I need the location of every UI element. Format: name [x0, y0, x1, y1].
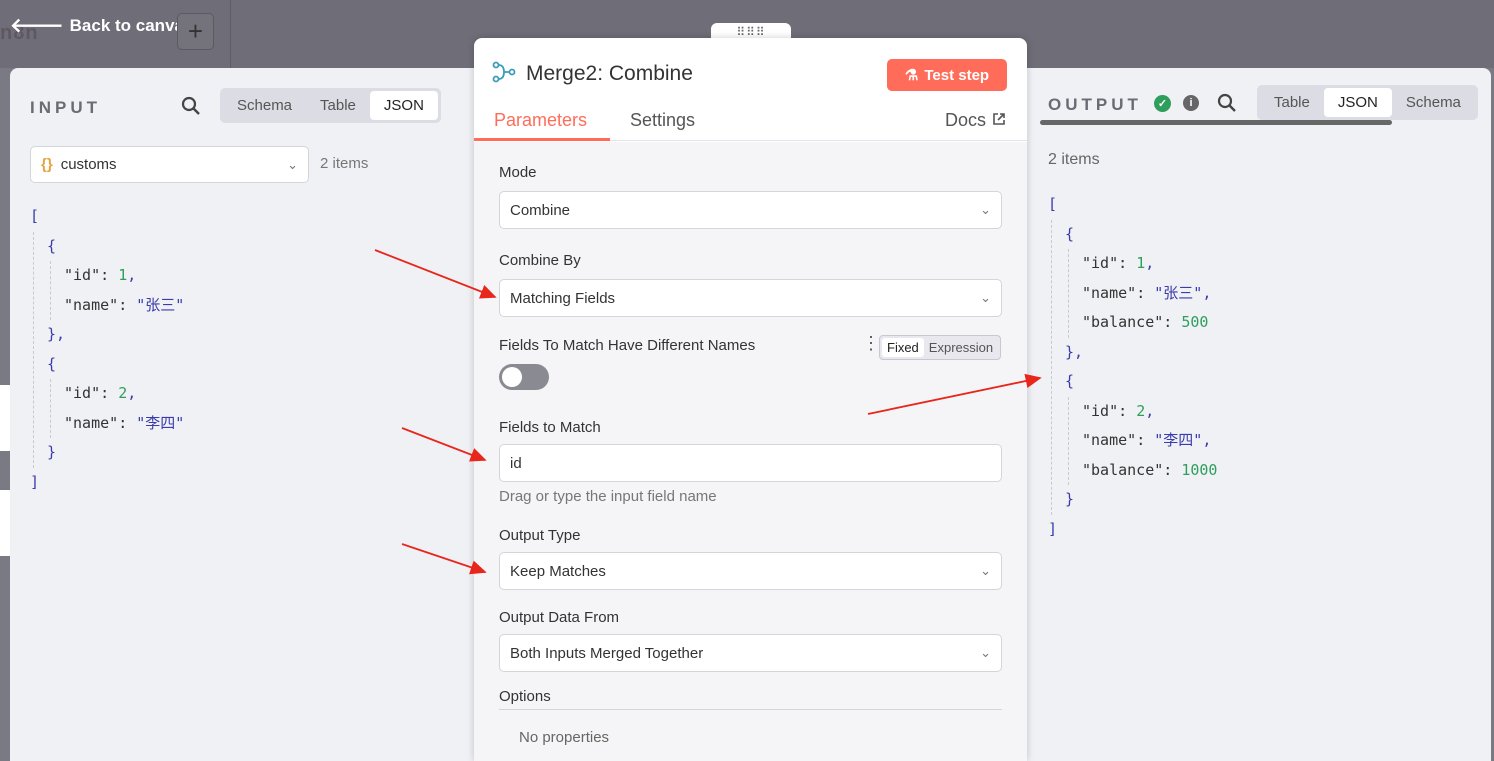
- tab-schema[interactable]: Schema: [223, 91, 306, 120]
- docs-link[interactable]: Docs: [945, 110, 1006, 131]
- fields-to-match-label: Fields to Match: [499, 419, 601, 436]
- active-tab-indicator: [474, 138, 610, 141]
- tab-table[interactable]: Table: [306, 91, 370, 120]
- search-icon[interactable]: [181, 96, 201, 121]
- fixed-expression-toggle: Fixed Expression: [879, 335, 1002, 360]
- json-bracket: [: [30, 207, 40, 225]
- output-data-from-value: Both Inputs Merged Together: [510, 644, 704, 662]
- test-step-label: Test step: [924, 66, 990, 84]
- tab-json[interactable]: JSON: [369, 91, 438, 120]
- tab-table[interactable]: Table: [1260, 88, 1324, 117]
- different-names-label: Fields To Match Have Different Names: [499, 337, 756, 354]
- output-panel: OUTPUT ✓ i Table JSON Schema 2 items [ {…: [1027, 68, 1491, 761]
- chevron-down-icon: ⌄: [980, 290, 991, 305]
- input-title: INPUT: [30, 98, 101, 117]
- tab-parameters[interactable]: Parameters: [494, 110, 587, 131]
- json-row: "id": 1,: [1082, 254, 1155, 272]
- input-node-select[interactable]: {} customs ⌄: [30, 146, 309, 183]
- mode-value: Combine: [510, 201, 571, 219]
- output-title: OUTPUT: [1048, 95, 1142, 114]
- docs-label: Docs: [945, 110, 987, 130]
- search-icon[interactable]: [1217, 93, 1237, 118]
- options-label: Options: [499, 688, 551, 705]
- more-options-icon[interactable]: ⋮: [862, 334, 880, 352]
- chevron-down-icon: ⌄: [980, 202, 991, 217]
- mode-select[interactable]: Combine ⌄: [499, 191, 1002, 229]
- json-row: "name": "李四": [64, 413, 185, 432]
- json-row: "name": "李四",: [1082, 431, 1212, 449]
- output-type-label: Output Type: [499, 527, 581, 544]
- chevron-down-icon: ⌄: [980, 645, 991, 660]
- fields-to-match-hint: Drag or type the input field name: [499, 488, 717, 505]
- horizontal-scrollbar[interactable]: [1040, 120, 1392, 125]
- tab-json[interactable]: JSON: [1323, 88, 1392, 117]
- json-row: "id": 2,: [64, 384, 137, 402]
- tab-schema[interactable]: Schema: [1392, 88, 1475, 117]
- toggle-knob: [502, 367, 522, 387]
- output-type-select[interactable]: Keep Matches ⌄: [499, 552, 1002, 590]
- different-names-toggle[interactable]: [499, 364, 549, 390]
- json-row: "balance": 1000: [1082, 460, 1218, 479]
- json-row: "id": 2,: [1082, 401, 1155, 420]
- fixed-option[interactable]: Fixed: [882, 338, 924, 357]
- add-node-button[interactable]: +: [177, 13, 214, 50]
- back-to-canvas-label: Back to canvas: [69, 15, 194, 35]
- merge-icon: [492, 60, 516, 90]
- input-node-value: customs: [60, 156, 117, 173]
- node-dialog: Merge2: Combine ⚗ Test step Parameters S…: [474, 38, 1027, 761]
- external-link-icon: [992, 110, 1006, 131]
- options-divider: [499, 709, 1002, 710]
- json-row: "id": 1,: [64, 266, 137, 284]
- divider: [230, 0, 231, 68]
- info-icon[interactable]: i: [1183, 95, 1199, 111]
- input-panel: INPUT Schema Table JSON {} customs ⌄ 2 i…: [10, 68, 474, 761]
- input-view-tabs: Schema Table JSON: [220, 88, 441, 123]
- combine-by-label: Combine By: [499, 252, 581, 269]
- json-row: "balance": 500: [1082, 313, 1209, 331]
- output-type-value: Keep Matches: [510, 562, 606, 580]
- json-row: "name": "张三": [64, 295, 185, 314]
- output-items-count: 2 items: [1048, 151, 1100, 168]
- output-view-tabs: Table JSON Schema: [1257, 85, 1478, 120]
- output-json-view: [ { "id": 1, "name": "张三", "balance": 50…: [1048, 195, 1218, 538]
- input-json-view: [ { "id": 1, "name": "张三" }, { "id": 2, …: [30, 202, 184, 497]
- test-step-button[interactable]: ⚗ Test step: [887, 59, 1007, 91]
- arrow-left-icon: 🡐: [10, 15, 64, 37]
- json-braces-icon: {}: [41, 156, 53, 173]
- fields-to-match-input[interactable]: id: [499, 444, 1002, 482]
- expression-option[interactable]: Expression: [924, 338, 998, 357]
- dialog-title[interactable]: Merge2: Combine: [526, 62, 693, 86]
- tab-settings[interactable]: Settings: [630, 110, 695, 131]
- no-properties-text: No properties: [519, 729, 610, 746]
- chevron-down-icon: ⌄: [287, 156, 298, 172]
- input-items-count: 2 items: [320, 155, 369, 172]
- back-to-canvas-button[interactable]: 🡐 Back to canvas: [10, 13, 193, 38]
- json-row: "name": "张三",: [1082, 283, 1212, 302]
- mode-label: Mode: [499, 164, 537, 181]
- flask-icon: ⚗: [904, 67, 919, 84]
- parameters-panel: Mode Combine ⌄ Combine By Matching Field…: [474, 142, 1027, 761]
- output-data-from-select[interactable]: Both Inputs Merged Together ⌄: [499, 634, 1002, 672]
- output-data-from-label: Output Data From: [499, 609, 620, 626]
- combine-by-value: Matching Fields: [510, 289, 616, 307]
- dialog-header: Merge2: Combine ⚗ Test step Parameters S…: [474, 38, 1027, 141]
- chevron-down-icon: ⌄: [980, 563, 991, 578]
- success-check-icon: ✓: [1154, 95, 1171, 112]
- combine-by-select[interactable]: Matching Fields ⌄: [499, 279, 1002, 317]
- fields-to-match-value: id: [510, 454, 522, 472]
